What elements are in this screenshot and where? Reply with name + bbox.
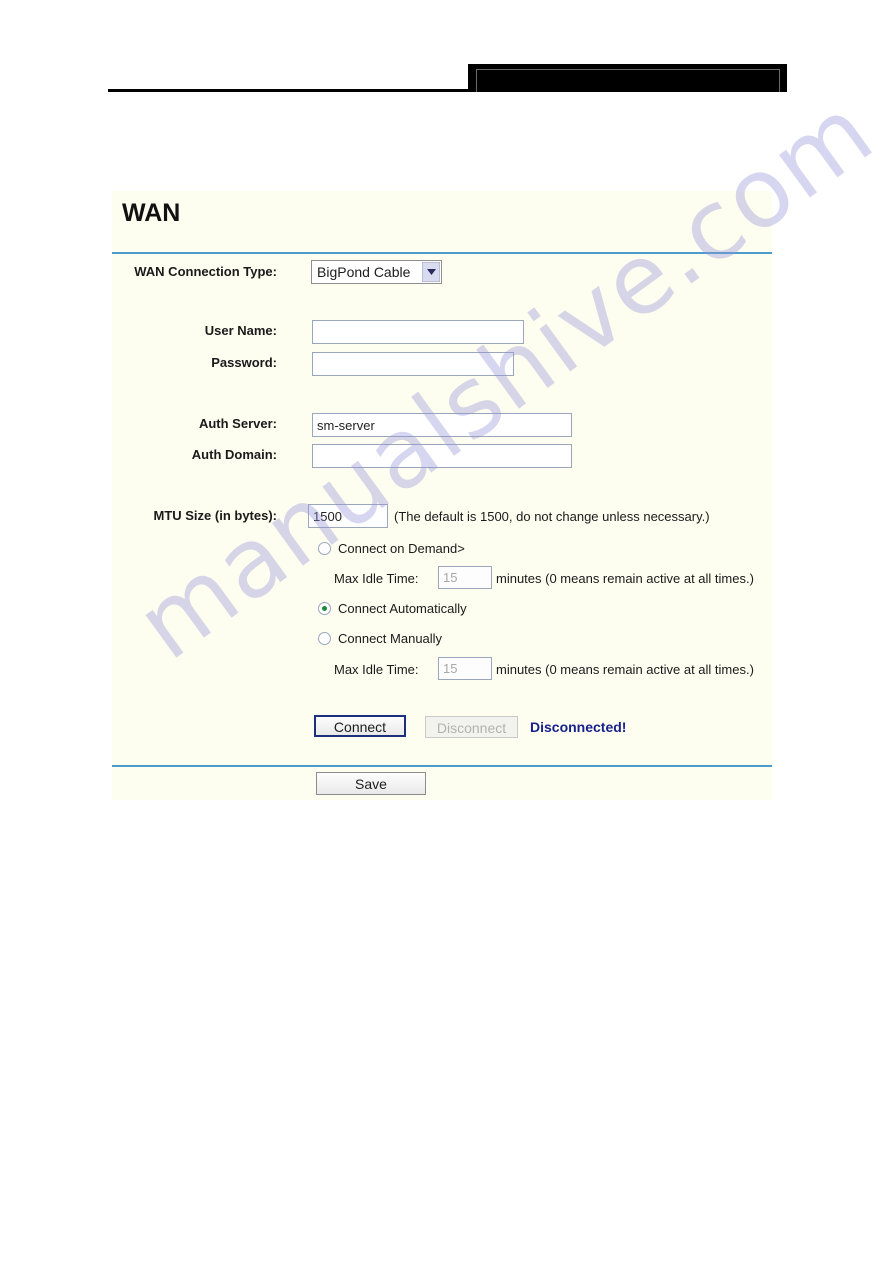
auth-server-label: Auth Server:: [198, 416, 277, 431]
header-redaction-block: [468, 64, 787, 92]
row-max-idle-time-manual: Max Idle Time: minutes (0 means remain a…: [112, 657, 772, 683]
auth-server-input[interactable]: [312, 413, 572, 437]
radio-connect-automatically[interactable]: Connect Automatically: [318, 598, 467, 618]
radio-connect-on-demand-indicator[interactable]: [318, 541, 331, 555]
mtu-size-label: MTU Size (in bytes):: [153, 508, 277, 523]
header-divider-rule: [108, 89, 468, 92]
chevron-down-icon[interactable]: [422, 262, 440, 282]
header-redaction-inner-outline: [476, 69, 780, 92]
radio-connect-on-demand-label: Connect on Demand>: [338, 540, 465, 556]
radio-connect-automatically-indicator[interactable]: [318, 601, 331, 615]
save-button[interactable]: Save: [316, 772, 426, 795]
disconnect-button[interactable]: Disconnect: [425, 716, 518, 738]
wan-settings-panel: WAN WAN Connection Type: BigPond Cable U…: [112, 191, 772, 800]
wan-connection-type-select[interactable]: BigPond Cable: [311, 260, 442, 284]
wan-connection-type-label: WAN Connection Type:: [134, 264, 277, 279]
password-input[interactable]: [312, 352, 514, 376]
radio-connect-manually[interactable]: Connect Manually: [318, 628, 442, 648]
max-idle-time-manual-input[interactable]: [438, 657, 492, 680]
row-auth-server: Auth Server:: [112, 413, 772, 439]
panel-top-rule: [112, 252, 772, 254]
wan-connection-type-value: BigPond Cable: [317, 264, 411, 280]
row-user-name: User Name:: [112, 320, 772, 346]
page-title: WAN: [122, 199, 181, 227]
connection-status-text: Disconnected!: [530, 719, 627, 735]
row-wan-connection-type: WAN Connection Type: BigPond Cable: [112, 260, 772, 286]
row-auth-domain: Auth Domain:: [112, 444, 772, 470]
user-name-input[interactable]: [312, 320, 524, 344]
mtu-size-note: (The default is 1500, do not change unle…: [394, 509, 710, 524]
row-max-idle-time-demand: Max Idle Time: minutes (0 means remain a…: [112, 566, 772, 592]
radio-connect-manually-label: Connect Manually: [338, 630, 443, 646]
panel-bottom-rule: [112, 765, 772, 767]
radio-connect-manually-indicator[interactable]: [318, 631, 331, 645]
radio-connect-on-demand[interactable]: Connect on Demand>: [318, 538, 465, 558]
mtu-size-input[interactable]: [308, 504, 388, 528]
page-header: [0, 0, 893, 110]
max-idle-time-manual-label: Max Idle Time:: [334, 662, 419, 677]
radio-connect-automatically-label: Connect Automatically: [338, 600, 467, 616]
max-idle-time-demand-input[interactable]: [438, 566, 492, 589]
row-mtu-size: MTU Size (in bytes): (The default is 150…: [112, 504, 772, 530]
connect-button[interactable]: Connect: [314, 715, 406, 737]
auth-domain-label: Auth Domain:: [191, 447, 277, 462]
auth-domain-input[interactable]: [312, 444, 572, 468]
user-name-label: User Name:: [204, 323, 277, 338]
password-label: Password:: [211, 355, 277, 370]
max-idle-time-demand-note: minutes (0 means remain active at all ti…: [496, 571, 754, 586]
max-idle-time-demand-label: Max Idle Time:: [334, 571, 419, 586]
max-idle-time-manual-note: minutes (0 means remain active at all ti…: [496, 662, 754, 677]
row-password: Password:: [112, 352, 772, 378]
